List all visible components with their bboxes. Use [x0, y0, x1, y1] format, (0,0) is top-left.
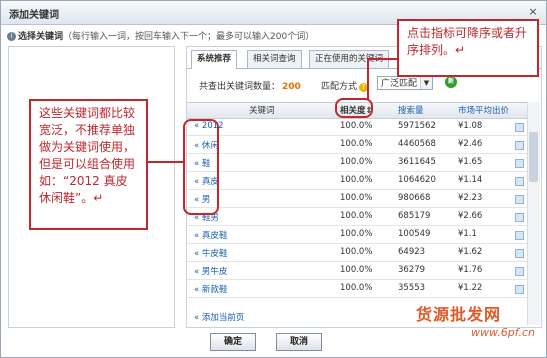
- match-type-text: 匹配方式: [321, 82, 358, 92]
- search-volume-cell: 64923: [398, 247, 426, 257]
- match-type-value: 广泛匹配: [381, 79, 418, 89]
- count-label: 共查出关键词数量：: [199, 82, 281, 92]
- avg-price-cell: ¥2.46: [458, 139, 483, 149]
- cancel-button[interactable]: 取消: [276, 333, 322, 351]
- annotation-connector-left: [148, 161, 184, 163]
- relevance-cell: 100.0%: [340, 193, 373, 203]
- annotation-note-right: 点击指标可降序或者升序排列。↵: [397, 19, 539, 77]
- relevance-cell: 100.0%: [340, 229, 373, 239]
- trend-icon[interactable]: [515, 249, 524, 258]
- search-volume-cell: 3611645: [398, 157, 436, 167]
- table-scrollbar[interactable]: [527, 102, 540, 325]
- avg-price-cell: ¥1.76: [458, 265, 483, 275]
- relevance-cell: 100.0%: [340, 211, 373, 221]
- add-keyword-link[interactable]: « 真皮鞋: [194, 229, 227, 241]
- search-volume-cell: 685179: [398, 211, 431, 221]
- close-icon[interactable]: ×: [526, 6, 540, 18]
- relevance-cell: 100.0%: [340, 265, 373, 275]
- avg-price-cell: ¥1.62: [458, 247, 483, 257]
- add-keyword-link[interactable]: « 牛皮鞋: [194, 247, 227, 259]
- table-row: « 鞋男 100.0% 685179 ¥2.66: [187, 208, 527, 226]
- trend-icon[interactable]: [515, 285, 524, 294]
- tab-related-query[interactable]: 相关词查询: [247, 50, 302, 68]
- table-row: « 休闲 100.0% 4460568 ¥2.46: [187, 136, 527, 154]
- table-row: « 牛皮鞋 100.0% 64923 ¥1.62: [187, 244, 527, 262]
- trend-icon[interactable]: [515, 123, 524, 132]
- avg-price-cell: ¥1.14: [458, 175, 483, 185]
- relevance-cell: 100.0%: [340, 247, 373, 257]
- annotation-connector-right-v: [367, 59, 369, 99]
- keyword-count-summary: 共查出关键词数量： 200: [199, 79, 301, 92]
- table-row: « 鞋 100.0% 3611645 ¥1.65: [187, 154, 527, 172]
- search-volume-cell: 100549: [398, 229, 431, 239]
- table-row: « 男 100.0% 980668 ¥2.23: [187, 190, 527, 208]
- table-row: « 2012 100.0% 5971562 ¥1.08: [187, 118, 527, 136]
- match-type-select[interactable]: 广泛匹配 ▼: [377, 76, 433, 90]
- ok-button[interactable]: 确定: [210, 333, 256, 351]
- avg-price-cell: ¥1.1: [458, 229, 477, 239]
- match-type-label: 匹配方式?: [321, 79, 369, 92]
- column-search-volume-sort[interactable]: 搜索量: [398, 104, 424, 116]
- table-row: « 男牛皮 100.0% 36279 ¥1.76: [187, 262, 527, 280]
- annotation-note-left: 这些关键词都比较宽泛，不推荐单独做为关键词使用，但是可以组合使用如：“2012 …: [29, 99, 148, 230]
- trend-icon[interactable]: [515, 213, 524, 222]
- avg-price-cell: ¥1.22: [458, 283, 483, 293]
- search-volume-cell: 36279: [398, 265, 426, 275]
- relevance-cell: 100.0%: [340, 175, 373, 185]
- avg-price-cell: ¥2.66: [458, 211, 483, 221]
- trend-icon[interactable]: [515, 195, 524, 204]
- search-volume-cell: 4460568: [398, 139, 436, 149]
- table-row: « 真皮鞋 100.0% 100549 ¥1.1: [187, 226, 527, 244]
- relevance-highlight-ring: [335, 98, 373, 118]
- column-keyword: 关键词: [249, 106, 275, 116]
- trend-icon[interactable]: [515, 159, 524, 168]
- search-volume-cell: 35553: [398, 283, 426, 293]
- avg-price-cell: ¥2.23: [458, 193, 483, 203]
- add-current-page-link[interactable]: « 添加当前页: [194, 311, 244, 323]
- keyword-count: 200: [282, 82, 301, 92]
- dialog-title: 添加关键词: [9, 10, 59, 21]
- hint-label: 选择关键词: [18, 32, 64, 42]
- search-volume-cell: 1064620: [398, 175, 436, 185]
- scrollbar-thumb[interactable]: [529, 132, 538, 182]
- keyword-highlight-ring: [183, 119, 219, 215]
- add-keyword-link[interactable]: « 新款鞋: [194, 283, 227, 295]
- column-avg-price-sort[interactable]: 市场平均出价: [458, 104, 509, 116]
- chevron-down-icon: ▼: [420, 77, 432, 89]
- watermark-url: www.6pf.cn: [471, 326, 535, 339]
- relevance-cell: 100.0%: [340, 139, 373, 149]
- keyword-input-hint: i 选择关键词（每行输入一词，按回车输入下一个；最多可以输入200个词）: [7, 29, 314, 42]
- search-volume-cell: 5971562: [398, 121, 436, 131]
- search-volume-cell: 980668: [398, 193, 431, 203]
- avg-price-cell: ¥1.08: [458, 121, 483, 131]
- new-badge-icon: 新: [445, 76, 457, 88]
- tab-system-recommend[interactable]: 系统推荐: [191, 50, 238, 69]
- relevance-cell: 100.0%: [340, 157, 373, 167]
- table-row: « 真皮 100.0% 1064620 ¥1.14: [187, 172, 527, 190]
- annotation-connector-right-h: [367, 58, 398, 60]
- relevance-cell: 100.0%: [340, 121, 373, 131]
- trend-icon[interactable]: [515, 231, 524, 240]
- trend-icon[interactable]: [515, 267, 524, 276]
- trend-icon[interactable]: [515, 177, 524, 186]
- keyword-suggestion-panel: 系统推荐 相关词查询 正在使用的关键词 共查出关键词数量： 200 匹配方式? 广…: [186, 46, 542, 328]
- info-icon: i: [7, 32, 16, 41]
- relevance-cell: 100.0%: [340, 283, 373, 293]
- trend-icon[interactable]: [515, 141, 524, 150]
- add-keyword-dialog: 添加关键词 × i 选择关键词（每行输入一词，按回车输入下一个；最多可以输入200…: [0, 0, 547, 358]
- watermark-text: 货源批发网: [416, 305, 502, 324]
- add-keyword-link[interactable]: « 男牛皮: [194, 265, 227, 277]
- avg-price-cell: ¥1.65: [458, 157, 483, 167]
- table-row: « 新款鞋 100.0% 35553 ¥1.22: [187, 280, 527, 298]
- hint-subtext: （每行输入一词，按回车输入下一个；最多可以输入200个词）: [63, 32, 315, 42]
